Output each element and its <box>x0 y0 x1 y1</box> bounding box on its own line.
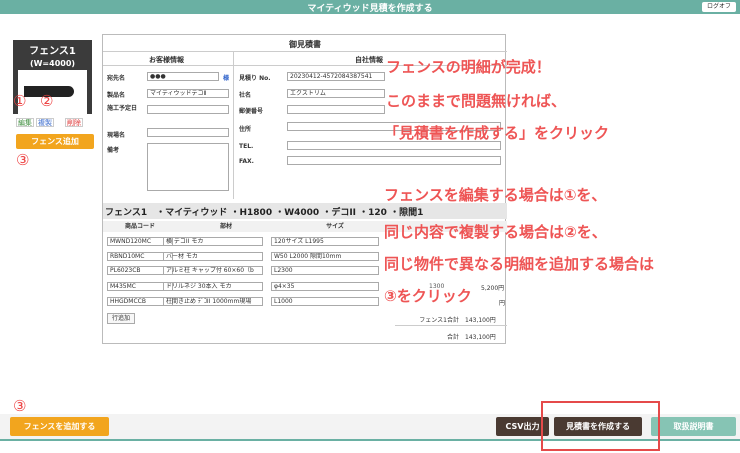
divider <box>395 325 507 326</box>
customer-header: お客様情報 <box>149 56 184 64</box>
fax-input[interactable] <box>287 156 501 165</box>
company-name-input[interactable]: エクストリム <box>287 89 385 98</box>
zip-input[interactable] <box>287 105 385 114</box>
manual-button[interactable]: 取扱説明書 <box>651 417 736 436</box>
item-part-cell[interactable]: バー材 モカ <box>163 252 263 261</box>
divider <box>103 51 507 52</box>
addressee-label: 宛先名 <box>107 75 126 82</box>
item-size-cell[interactable]: L1000 <box>271 297 379 306</box>
logout-button[interactable]: ログオフ <box>701 2 736 12</box>
item-part-cell[interactable]: アルミ柱 キャップ付 60×60（b <box>163 266 263 275</box>
schedule-input[interactable] <box>147 105 229 114</box>
column-header-size: サイズ <box>275 221 395 232</box>
item-size-cell[interactable]: φ4×35 <box>271 282 379 291</box>
column-header-code: 商品コード <box>103 221 177 232</box>
honorific: 様 <box>223 75 230 82</box>
zip-label: 郵便番号 <box>239 108 264 115</box>
item-size-cell[interactable]: L2300 <box>271 266 379 275</box>
schedule-label: 施工予定日 <box>107 105 138 112</box>
marker-3-bottom: ③ <box>13 397 27 415</box>
product-input[interactable]: マイティウッドデコⅡ <box>147 89 229 98</box>
product-label: 製品名 <box>107 92 126 99</box>
fence-card-name: フェンス1 <box>29 46 76 57</box>
site-label: 現場名 <box>107 132 126 139</box>
add-row-button[interactable]: 行追加 <box>107 313 136 324</box>
item-part-cell[interactable]: 横 デコII モカ <box>163 237 263 246</box>
tel-input[interactable] <box>287 141 501 150</box>
fence-summary-row: フェンス1 ・マイティウッド ・H1800 ・W4000 ・デコII ・120 … <box>103 203 507 219</box>
company-header: 自社情報 <box>355 56 383 64</box>
fence-card-width: (W=4000) <box>29 59 76 68</box>
app-header: マイティウッド見積を作成する ログオフ <box>0 0 740 14</box>
edit-button[interactable]: 編集 <box>16 118 34 127</box>
delete-button[interactable]: 削除 <box>65 118 83 127</box>
estimate-title: 御見積書 <box>289 40 321 49</box>
partial-value: 円 <box>499 300 506 307</box>
total-label: 合計 <box>446 334 459 341</box>
instruction-line-7: ③をクリック <box>384 287 472 305</box>
fax-label: FAX. <box>239 158 254 165</box>
instruction-line-2: このままで問題無ければ、 <box>386 92 567 110</box>
total-value: 143,100円 <box>465 334 496 341</box>
item-part-cell[interactable]: ドリルネジ 30本入 モカ <box>163 282 263 291</box>
column-header-part: 部材 <box>177 221 275 232</box>
copy-button[interactable]: 複製 <box>36 118 54 127</box>
estimate-no-label: 見積り No. <box>239 75 271 82</box>
partial-value: 5,200円 <box>481 285 505 292</box>
site-input[interactable] <box>147 128 229 137</box>
instruction-line-1: フェンスの明細が完成！ <box>386 58 551 76</box>
divider <box>233 51 234 199</box>
notes-textarea[interactable] <box>147 143 229 191</box>
item-size-cell[interactable]: 120サイズ L1995 <box>271 237 379 246</box>
item-size-cell[interactable]: W50 L2000 隙間10mm <box>271 252 379 261</box>
add-fence-bottom-button[interactable]: フェンスを追加する <box>10 417 109 436</box>
page-title: マイティウッド見積を作成する <box>307 4 433 14</box>
company-name-label: 社名 <box>239 92 252 99</box>
item-part-cell[interactable]: 柱間き止め ﾃﾞｺII 1000mm現場 <box>163 297 263 306</box>
instruction-line-4: フェンスを編集する場合は①を、 <box>384 186 607 204</box>
addressee-input[interactable]: ●●● <box>147 72 219 81</box>
fence-total-label: フェンス1合計 <box>419 317 459 324</box>
instruction-line-5: 同じ内容で複製する場合は②を、 <box>384 223 607 241</box>
tel-label: TEL. <box>239 143 254 150</box>
fence-summary: フェンス1 ・マイティウッド ・H1800 ・W4000 ・デコII ・120 … <box>105 208 424 218</box>
instruction-line-6: 同じ物件で異なる明細を追加する場合は <box>384 255 655 273</box>
highlight-box <box>541 401 660 451</box>
add-fence-button[interactable]: フェンス追加 <box>16 134 94 149</box>
instruction-line-3: 「見積書を作成する」をクリック <box>384 124 610 142</box>
fence-total-value: 143,100円 <box>465 317 496 324</box>
marker-1: ① <box>13 92 27 110</box>
address-label: 住所 <box>239 126 252 133</box>
notes-label: 備考 <box>107 147 120 154</box>
marker-2: ② <box>40 92 54 110</box>
marker-3: ③ <box>16 151 30 169</box>
estimate-no-input[interactable]: 20230412-4572084387541 <box>287 72 385 81</box>
